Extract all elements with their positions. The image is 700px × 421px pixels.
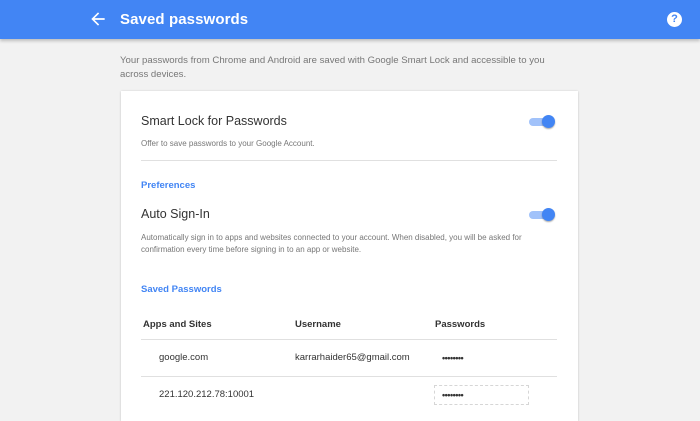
help-icon[interactable]: ?	[667, 12, 682, 27]
column-header-username: Username	[295, 319, 341, 330]
back-button[interactable]	[88, 9, 108, 29]
divider	[141, 160, 557, 161]
app-bar: Saved passwords ?	[0, 0, 700, 39]
site-cell: 221.120.212.78:10001	[159, 389, 255, 400]
password-cell[interactable]: ••••••••	[442, 353, 464, 363]
smart-lock-description: Offer to save passwords to your Google A…	[141, 139, 315, 148]
site-cell: google.com	[159, 352, 209, 363]
smart-lock-title: Smart Lock for Passwords	[141, 114, 287, 128]
column-header-apps-and-sites: Apps and Sites	[143, 319, 212, 330]
password-cell[interactable]: ••••••••	[442, 390, 464, 400]
auto-sign-in-title: Auto Sign-In	[141, 207, 210, 221]
page-title: Saved passwords	[120, 11, 249, 28]
toggle-thumb	[542, 208, 555, 221]
saved-passwords-heading: Saved Passwords	[141, 284, 222, 295]
toggle-thumb	[542, 115, 555, 128]
preferences-heading: Preferences	[141, 180, 196, 191]
arrow-back-icon	[91, 12, 105, 26]
username-cell: karrarhaider65@gmail.com	[295, 352, 410, 363]
table-row-divider	[141, 376, 557, 377]
intro-text: Your passwords from Chrome and Android a…	[120, 55, 545, 80]
smart-lock-toggle[interactable]	[529, 115, 555, 129]
settings-card: Smart Lock for Passwords Offer to save p…	[121, 91, 578, 421]
auto-sign-in-description: Automatically sign in to apps and websit…	[141, 233, 522, 254]
table-header-divider	[141, 339, 557, 340]
auto-sign-in-toggle[interactable]	[529, 208, 555, 222]
column-header-passwords: Passwords	[435, 319, 486, 330]
